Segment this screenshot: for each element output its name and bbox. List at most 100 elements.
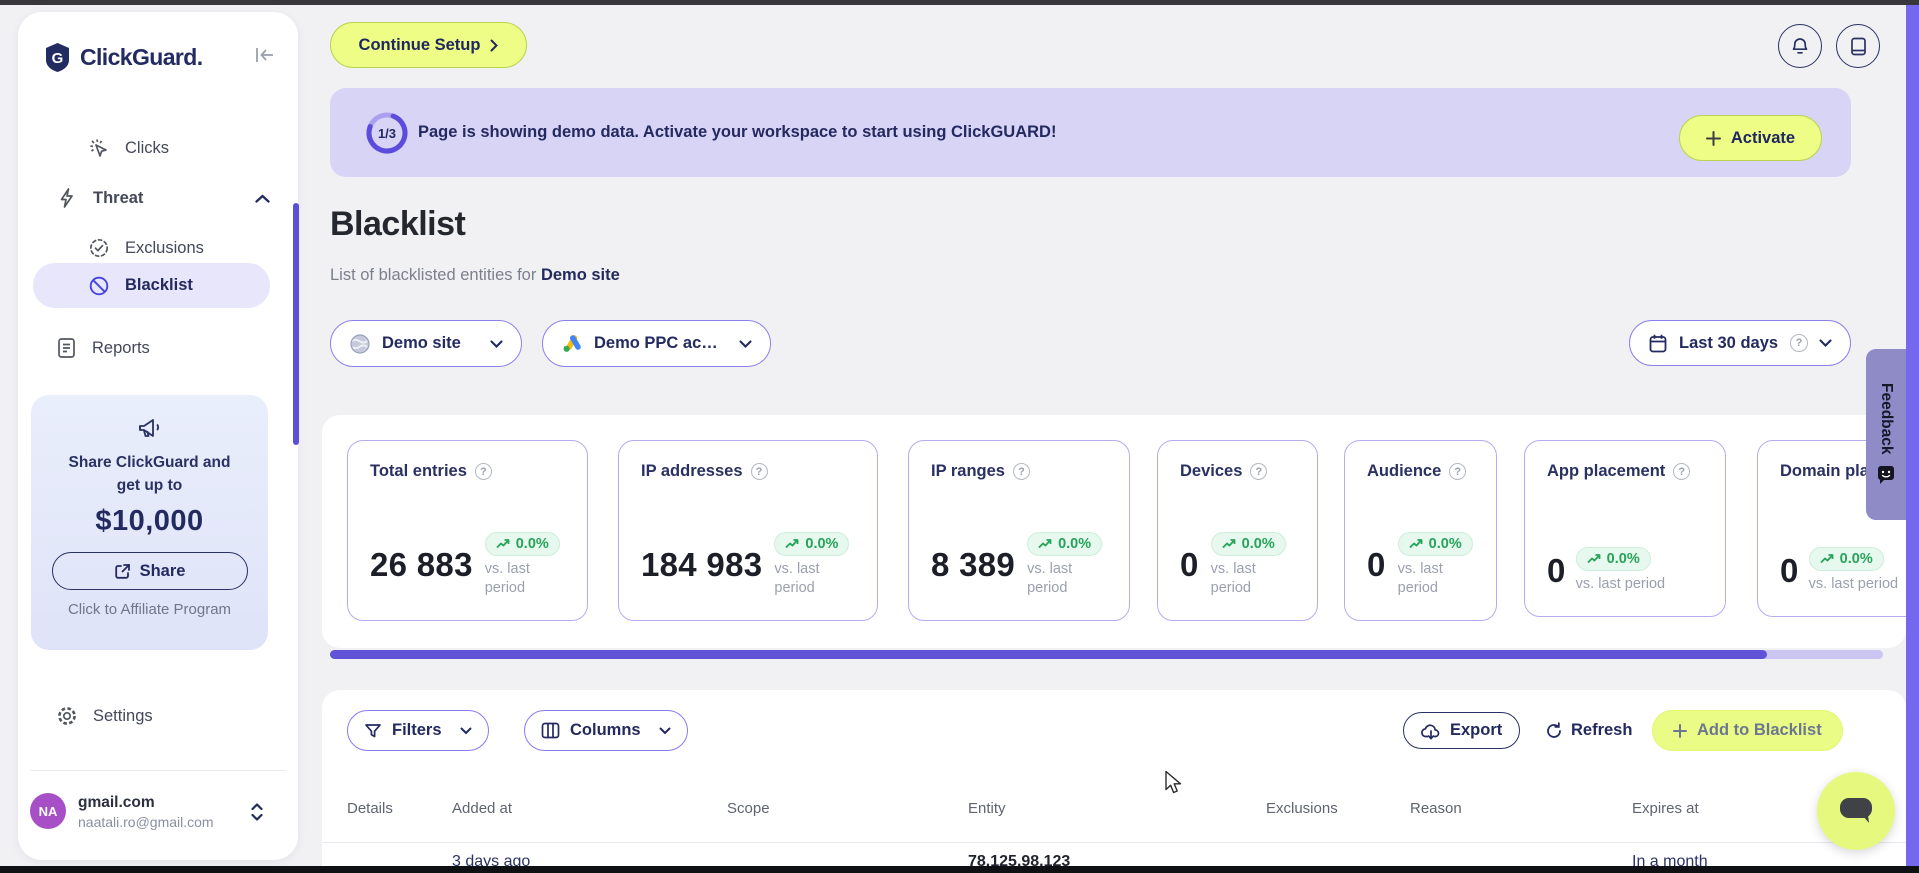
stat-card-app-placement: App placement? 0 0.0% vs. last period: [1524, 440, 1726, 617]
page-title: Blacklist: [330, 205, 466, 243]
vertical-scrollbar[interactable]: [1906, 5, 1919, 866]
help-icon[interactable]: ?: [1673, 463, 1691, 480]
chevron-down-icon: [490, 339, 503, 348]
vs-last-period: vs. last period: [774, 561, 820, 596]
stats-horizontal-scrollbar[interactable]: [330, 650, 1883, 659]
col-header-exclusions[interactable]: Exclusions: [1266, 800, 1338, 817]
help-icon[interactable]: ?: [1250, 463, 1268, 480]
delta-badge: 0.0%: [774, 532, 850, 556]
sidebar-item-exclusions[interactable]: Exclusions: [88, 228, 204, 268]
page-subtitle: List of blacklisted entities for Demo si…: [330, 266, 620, 285]
sidebar-scrollbar[interactable]: [293, 203, 299, 445]
col-header-added-at[interactable]: Added at: [452, 800, 512, 817]
brand-name: ClickGuard.: [80, 44, 203, 70]
stat-label: IP ranges: [931, 462, 1005, 480]
delta-badge: 0.0%: [1575, 547, 1651, 571]
chevron-up-icon: [255, 193, 270, 203]
docs-button[interactable]: [1836, 24, 1880, 68]
stats-scrollbar-thumb[interactable]: [330, 650, 1767, 659]
columns-label: Columns: [570, 721, 641, 739]
megaphone-icon: [31, 395, 268, 443]
help-icon[interactable]: ?: [1012, 463, 1030, 480]
site-selector[interactable]: Demo site: [330, 320, 522, 367]
subtitle-prefix: List of blacklisted entities for: [330, 266, 537, 284]
continue-setup-label: Continue Setup: [358, 35, 481, 54]
window-bottom-edge: [0, 866, 1919, 873]
bell-icon: [1790, 36, 1810, 57]
stat-value: 8 389: [931, 546, 1016, 583]
col-header-entity[interactable]: Entity: [968, 800, 1006, 817]
help-icon[interactable]: ?: [1449, 463, 1467, 480]
col-header-scope[interactable]: Scope: [727, 800, 770, 817]
stat-label: Audience: [1367, 462, 1442, 480]
filters-button[interactable]: Filters: [347, 710, 489, 751]
chevron-down-icon: [1819, 339, 1832, 347]
table-header-divider: [322, 842, 1906, 843]
brand: G ClickGuard.: [44, 42, 203, 73]
col-header-details[interactable]: Details: [347, 800, 393, 817]
stat-card-devices: Devices? 0 0.0% vs. last period: [1157, 440, 1318, 621]
workspace-name: gmail.com: [78, 794, 155, 811]
share-button[interactable]: Share: [51, 552, 248, 590]
sidebar-divider: [30, 770, 286, 771]
promo-line2: get up to: [116, 477, 183, 494]
unfold-icon[interactable]: [250, 802, 264, 822]
filters-label: Filters: [392, 721, 442, 739]
vs-last-period: vs. last period: [1575, 576, 1666, 592]
feedback-tab[interactable]: Feedback: [1866, 349, 1906, 520]
stat-value: 0: [1367, 546, 1386, 583]
calendar-icon: [1648, 333, 1668, 354]
col-header-reason[interactable]: Reason: [1410, 800, 1462, 817]
sidebar-item-blacklist[interactable]: Blacklist: [33, 263, 270, 308]
google-ads-icon: [561, 333, 583, 354]
add-to-blacklist-label: Add to Blacklist: [1697, 721, 1822, 739]
chevron-down-icon: [739, 339, 752, 348]
notifications-button[interactable]: [1778, 24, 1822, 68]
col-header-expires-at[interactable]: Expires at: [1632, 800, 1699, 817]
ppc-account-value: Demo PPC ac…: [594, 334, 718, 352]
stat-card-ip-ranges: IP ranges? 8 389 0.0% vs. last period: [908, 440, 1130, 621]
export-button[interactable]: Export: [1403, 712, 1521, 749]
chat-launcher-button[interactable]: [1817, 772, 1895, 850]
external-link-icon: [114, 563, 131, 580]
affiliate-promo-card[interactable]: Share ClickGuard and get up to $10,000 Sh…: [31, 395, 268, 650]
sidebar-item-threat[interactable]: Threat: [56, 178, 270, 218]
cell-expires-at: In a month: [1632, 853, 1708, 866]
stat-label: IP addresses: [641, 462, 743, 480]
continue-setup-button[interactable]: Continue Setup: [330, 22, 527, 68]
columns-button[interactable]: Columns: [524, 710, 688, 751]
user-email: naatali.ro@gmail.com: [78, 814, 214, 830]
activate-button[interactable]: Activate: [1679, 115, 1822, 161]
delta-badge: 0.0%: [1027, 532, 1103, 556]
banner-message: Page is showing demo data. Activate your…: [418, 123, 1057, 141]
feedback-smiley-icon: [1875, 464, 1897, 486]
date-range-selector[interactable]: Last 30 days ?: [1629, 320, 1851, 366]
ppc-account-selector[interactable]: Demo PPC ac…: [542, 320, 771, 367]
blacklist-table-panel: Filters Columns Export Refresh Add to Bl…: [322, 690, 1906, 866]
setup-progress-ring: 1/3: [364, 110, 410, 156]
stat-card-ip-addresses: IP addresses? 184 983 0.0% vs. last peri…: [618, 440, 878, 621]
affiliate-caption: Click to Affiliate Program: [67, 601, 232, 618]
refresh-button[interactable]: Refresh: [1545, 712, 1632, 749]
stat-label: Devices: [1180, 462, 1243, 480]
sidebar-item-settings[interactable]: Settings: [56, 696, 153, 736]
help-icon[interactable]: ?: [750, 463, 768, 480]
ban-icon: [88, 275, 110, 297]
globe-icon: [349, 333, 371, 355]
date-range-value: Last 30 days: [1679, 333, 1779, 352]
share-button-label: Share: [139, 561, 186, 580]
help-icon[interactable]: ?: [474, 463, 492, 480]
activate-label: Activate: [1730, 128, 1796, 147]
collapse-sidebar-icon[interactable]: [254, 46, 276, 64]
sidebar-item-reports[interactable]: Reports: [56, 328, 150, 368]
add-to-blacklist-button[interactable]: Add to Blacklist: [1652, 710, 1843, 751]
vs-last-period: vs. last period: [1027, 561, 1073, 596]
settings-gear-icon: [56, 705, 78, 727]
stat-label: App placement: [1547, 462, 1666, 480]
sidebar-item-clicks[interactable]: Clicks: [88, 128, 169, 168]
cell-entity: 78.125.98.123: [968, 853, 1071, 866]
avatar[interactable]: NA: [30, 793, 66, 829]
delta-badge: 0.0%: [1397, 532, 1473, 556]
filter-icon: [364, 722, 382, 740]
export-cloud-icon: [1421, 722, 1441, 740]
